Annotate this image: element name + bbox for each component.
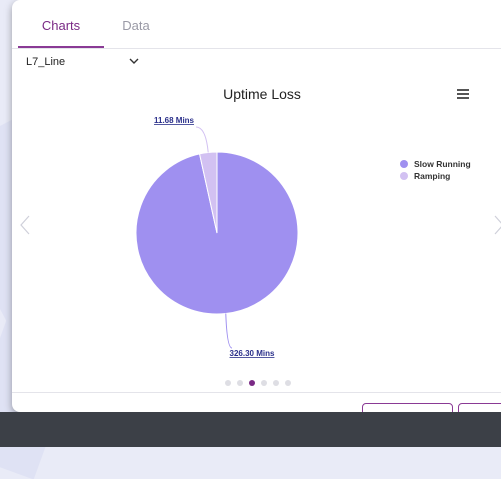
close-button[interactable]: Close [458,403,501,412]
leader-line [225,313,233,349]
legend-label: Slow Running [414,159,471,169]
data-label: 326.30 Mins [230,349,275,358]
data-label: 11.68 Mins [154,116,195,125]
pager-dot[interactable] [225,380,231,386]
legend-label: Ramping [414,171,451,181]
pager-dot[interactable] [261,380,267,386]
pie-chart: 326.30 Mins 11.68 Mins [135,116,299,358]
taskbar-strip [0,412,501,447]
chart-pager [225,380,291,386]
pager-dot[interactable] [237,380,243,386]
pager-dot[interactable] [285,380,291,386]
legend-swatch-slow-running [400,160,408,168]
chart-legend: Slow Running Ramping [400,158,471,182]
legend-swatch-ramping [400,172,408,180]
dialog-footer-divider [12,392,501,393]
legend-item-ramping[interactable]: Ramping [400,170,471,182]
pager-dot[interactable] [273,380,279,386]
pager-dot-active[interactable] [249,380,255,386]
chart-dialog: Charts Data L7_Line Uptime Loss 326.30 M… [12,0,501,412]
legend-item-slow-running[interactable]: Slow Running [400,158,471,170]
leader-line [195,126,209,153]
export-csv-button[interactable]: Export To CSV [362,403,453,412]
